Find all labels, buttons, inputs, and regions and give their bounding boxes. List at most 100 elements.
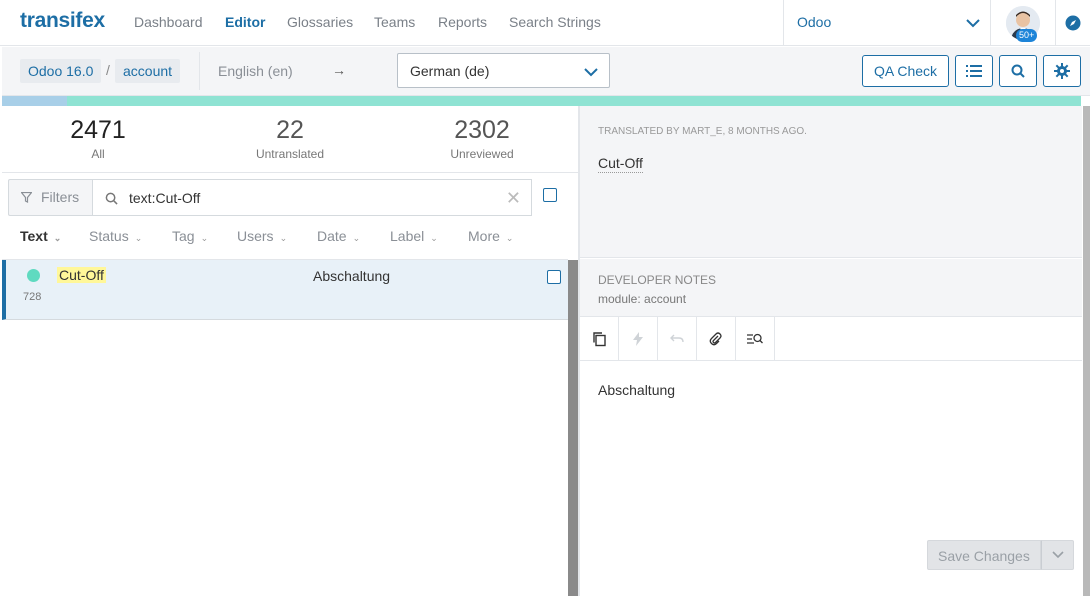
text-search-icon	[747, 333, 763, 344]
list-view-button[interactable]	[955, 55, 993, 87]
strings-panel: 2471 All 22 Untranslated 2302 Unreviewed…	[2, 106, 580, 596]
auto-translate-button[interactable]	[619, 317, 658, 361]
chevron-down-icon: ⌄	[53, 233, 62, 243]
sort-text-label: Text	[20, 228, 48, 244]
attach-button[interactable]	[697, 317, 736, 361]
find-in-text-button[interactable]	[736, 317, 775, 361]
list-scrollbar[interactable]	[568, 260, 578, 596]
stat-all-label: All	[91, 147, 105, 161]
chevron-down-icon	[1052, 551, 1064, 559]
stat-untranslated-label: Untranslated	[255, 147, 325, 161]
search-button[interactable]	[999, 55, 1037, 87]
developer-notes-value: module: account	[598, 292, 687, 306]
qa-check-button[interactable]: QA Check	[862, 55, 950, 87]
string-id: 728	[23, 291, 42, 303]
developer-notes-heading: DEVELOPER NOTES	[598, 273, 717, 287]
source-string: Cut-Off	[598, 155, 643, 173]
save-group: Save Changes	[927, 540, 1074, 570]
sort-tag[interactable]: Tag ⌄	[172, 228, 208, 244]
breadcrumb-project[interactable]: Odoo 16.0	[20, 59, 102, 83]
row-checkbox[interactable]	[547, 270, 561, 284]
arrow-right-icon: →	[332, 62, 346, 78]
filter-icon	[21, 192, 32, 203]
nav-teams[interactable]: Teams	[374, 14, 415, 30]
sort-date-label: Date	[317, 228, 347, 244]
editor-toolbar: Odoo 16.0 / account English (en) → Germa…	[2, 47, 1090, 96]
nav-editor[interactable]: Editor	[225, 14, 265, 30]
undo-button[interactable]	[658, 317, 697, 361]
save-button[interactable]: Save Changes	[927, 540, 1041, 570]
chevron-down-icon	[966, 19, 980, 28]
nav-glossaries[interactable]: Glossaries	[287, 14, 353, 30]
paperclip-icon	[709, 332, 722, 346]
nav-search-strings[interactable]: Search Strings	[509, 14, 601, 30]
progress-reviewed-fill	[2, 96, 67, 106]
transifex-logo[interactable]: transifex	[20, 9, 105, 33]
sort-tag-label: Tag	[172, 228, 195, 244]
breadcrumb-resource[interactable]: account	[115, 59, 181, 83]
stat-all[interactable]: 2471 All	[28, 116, 168, 161]
translation-progress-bar	[2, 96, 1081, 106]
sort-users[interactable]: Users ⌄	[237, 228, 287, 244]
chevron-down-icon: ⌄	[134, 233, 143, 243]
settings-button[interactable]	[1043, 55, 1081, 87]
translation-detail-panel: Translated by mart_e, 8 months ago. Cut-…	[580, 106, 1090, 596]
stat-untranslated[interactable]: 22 Untranslated	[220, 116, 360, 161]
save-options-button[interactable]	[1040, 540, 1074, 570]
filters-button[interactable]: Filters	[8, 179, 94, 216]
sort-text[interactable]: Text ⌄	[20, 228, 61, 244]
string-row[interactable]: Cut-Off 728 Abschaltung	[2, 260, 568, 320]
filters-label: Filters	[41, 189, 80, 205]
notification-badge: 50+	[1016, 29, 1038, 42]
translated-by: Translated by mart_e, 8 months ago.	[598, 126, 807, 137]
search-input[interactable]: text:Cut-Off ✕	[92, 179, 532, 216]
search-icon	[1011, 64, 1025, 78]
stat-unreviewed[interactable]: 2302 Unreviewed	[412, 116, 552, 161]
detail-scrollbar[interactable]	[1083, 106, 1090, 596]
project-selector[interactable]: Odoo	[783, 0, 991, 46]
chevron-down-icon: ⌄	[200, 233, 209, 243]
nav-reports[interactable]: Reports	[438, 14, 487, 30]
nav-dashboard[interactable]: Dashboard	[134, 14, 203, 30]
sort-label-label: Label	[390, 228, 425, 244]
target-language-label: German (de)	[410, 63, 490, 79]
sort-users-label: Users	[237, 228, 274, 244]
sort-status-label: Status	[89, 228, 129, 244]
stat-all-value: 2471	[70, 116, 126, 144]
string-source: Cut-Off	[57, 267, 106, 283]
compass-icon	[1065, 15, 1081, 31]
status-dot	[27, 269, 40, 282]
copy-source-button[interactable]	[580, 317, 619, 361]
sort-more-label: More	[468, 228, 500, 244]
chevron-down-icon	[584, 68, 598, 77]
undo-icon	[670, 334, 684, 343]
chevron-down-icon: ⌄	[430, 233, 438, 243]
breadcrumb-separator: /	[106, 62, 110, 78]
select-all-checkbox[interactable]	[543, 188, 557, 202]
chevron-down-icon: ⌄	[505, 233, 514, 243]
target-language-select[interactable]: German (de)	[397, 53, 610, 88]
clear-search-icon[interactable]: ✕	[506, 188, 521, 209]
stat-unreviewed-label: Unreviewed	[450, 147, 514, 161]
stat-untranslated-value: 22	[276, 116, 304, 144]
sort-label[interactable]: Label ⌄	[390, 228, 438, 244]
chevron-down-icon: ⌄	[279, 233, 288, 243]
top-navbar: transifex Dashboard Editor Glossaries Te…	[0, 0, 1090, 46]
translation-text: Abschaltung	[598, 382, 676, 398]
sort-date[interactable]: Date ⌄	[317, 228, 360, 244]
project-selector-label: Odoo	[797, 14, 832, 30]
explore-button[interactable]	[1055, 0, 1090, 46]
lightning-icon	[633, 332, 643, 346]
sort-status[interactable]: Status ⌄	[89, 228, 142, 244]
copy-icon	[593, 332, 606, 347]
gear-icon	[1054, 63, 1070, 79]
sort-more[interactable]: More ⌄	[468, 228, 513, 244]
search-query: text:Cut-Off	[129, 190, 201, 206]
divider	[2, 172, 580, 173]
source-info: Translated by mart_e, 8 months ago. Cut-…	[580, 106, 1082, 258]
string-translation: Abschaltung	[313, 268, 391, 284]
search-icon	[105, 192, 118, 205]
developer-notes: DEVELOPER NOTES module: account	[580, 259, 1082, 317]
translation-editor[interactable]: Abschaltung Save Changes	[580, 362, 1082, 596]
source-language: English (en)	[199, 52, 399, 90]
